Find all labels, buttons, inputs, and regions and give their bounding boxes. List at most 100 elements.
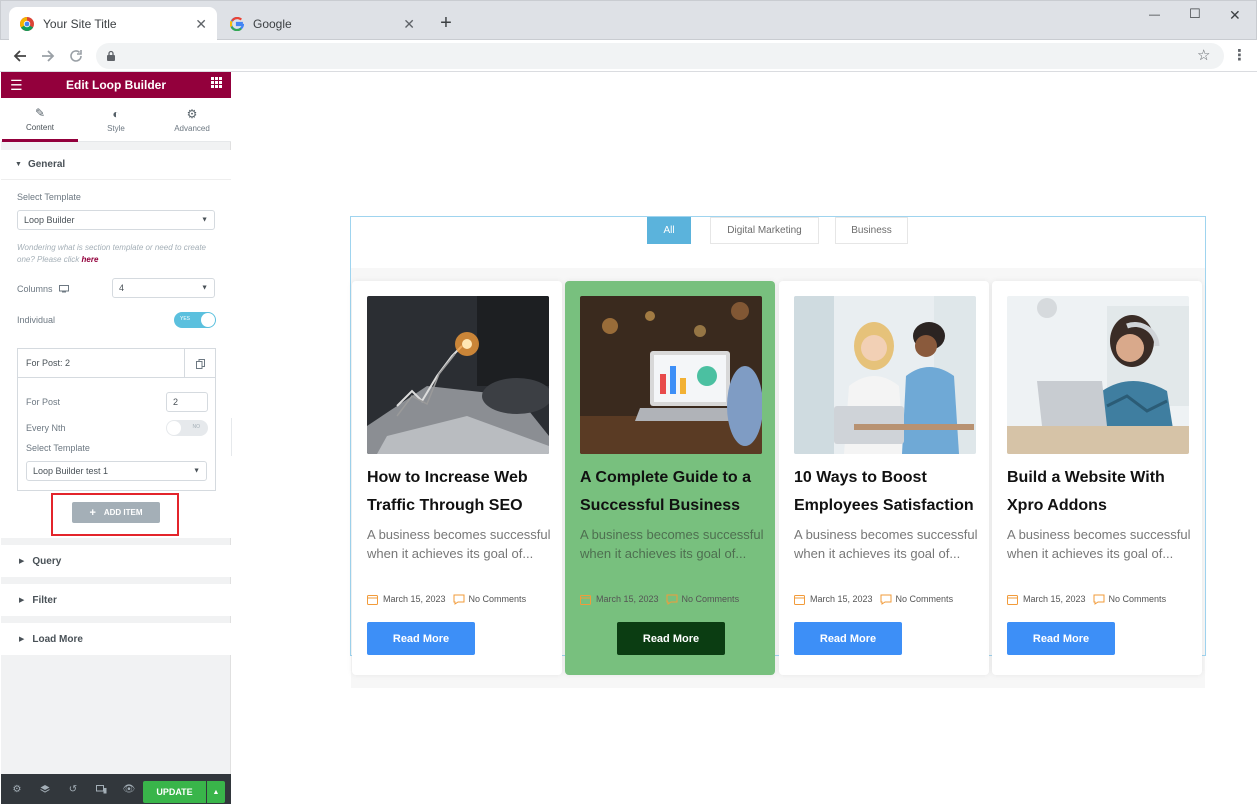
panel-footer: ⚙ ↺ 👁 UPDATE ▲ <box>1 774 231 804</box>
add-item-button[interactable]: + ADD ITEM <box>72 502 160 523</box>
post-title[interactable]: A Complete Guide to a Successful Busines… <box>580 464 765 520</box>
plus-icon: + <box>89 506 96 519</box>
every-nth-toggle[interactable]: NO <box>166 420 208 436</box>
section-query-header[interactable]: ▶ Query <box>1 545 231 577</box>
section-load-more-header[interactable]: ▶ Load More <box>1 623 231 655</box>
post-card: Build a Website With Xpro Addons A busin… <box>992 281 1202 675</box>
panel-tabs: ✎ Content ◐ Style ⚙ Advanced <box>1 98 231 142</box>
button-label: ADD ITEM <box>103 508 143 517</box>
post-meta: March 15, 2023 No Comments <box>367 592 526 606</box>
post-thumbnail[interactable] <box>580 296 762 454</box>
section-label: General <box>27 159 66 170</box>
post-excerpt: A business becomes successful when it ac… <box>367 527 551 561</box>
post-excerpt: A business becomes successful when it ac… <box>794 527 978 561</box>
comment-icon <box>1093 594 1105 605</box>
maximize-button[interactable]: ☐ <box>1189 6 1201 22</box>
close-tab-icon[interactable]: ✕ <box>195 16 207 33</box>
caret-down-icon: ▼ <box>201 216 208 224</box>
post-title[interactable]: How to Increase Web Traffic Through SEO <box>367 464 552 520</box>
reload-icon <box>70 50 82 62</box>
address-bar-row: ☆ ⋮ <box>0 40 1257 72</box>
google-icon <box>229 16 245 32</box>
post-card: How to Increase Web Traffic Through SEO … <box>352 281 562 675</box>
post-date: March 15, 2023 <box>810 594 873 604</box>
post-card: 10 Ways to Boost Employees Satisfaction … <box>779 281 989 675</box>
preview-eye-icon[interactable]: 👁 <box>122 782 136 796</box>
browser-menu-icon[interactable]: ⋮ <box>1232 46 1247 64</box>
caret-down-icon: ▼ <box>15 161 22 168</box>
post-excerpt: A business becomes successful when it ac… <box>1007 527 1191 561</box>
repeater-template-dropdown[interactable]: Loop Builder test 1 ▼ <box>26 461 207 481</box>
section-general-header[interactable]: ▼ General <box>1 150 231 180</box>
browser-tab-bar: Your Site Title ✕ Google ✕ + — ☐ ✕ <box>0 0 1257 41</box>
filter-digital-marketing-button[interactable]: Digital Marketing <box>710 217 819 244</box>
layers-icon[interactable] <box>38 782 52 796</box>
tab-content[interactable]: ✎ Content <box>2 98 78 142</box>
columns-label-text: Columns <box>17 284 53 294</box>
post-date: March 15, 2023 <box>1023 594 1086 604</box>
url-field[interactable] <box>96 43 1224 69</box>
post-excerpt: A business becomes successful when it ac… <box>580 527 764 561</box>
panel-title: Edit Loop Builder <box>66 78 166 92</box>
update-options-button[interactable]: ▲ <box>207 781 225 803</box>
history-icon[interactable]: ↺ <box>66 782 80 796</box>
new-tab-button[interactable]: + <box>434 11 458 35</box>
gear-icon: ⚙ <box>186 107 198 121</box>
post-comments[interactable]: No Comments <box>682 594 740 604</box>
back-arrow-icon <box>13 50 26 62</box>
tab-label: Content <box>25 122 55 132</box>
tab-label: Advanced <box>174 124 210 133</box>
select-template-dropdown[interactable]: Loop Builder ▼ <box>17 210 215 230</box>
minimize-button[interactable]: — <box>1149 9 1160 21</box>
read-more-button[interactable]: Read More <box>367 622 475 655</box>
section-label: Load More <box>32 633 83 645</box>
tab-title: Google <box>253 17 292 31</box>
post-thumbnail[interactable] <box>367 296 549 454</box>
editor-panel: ☰ Edit Loop Builder ✎ Content ◐ Style ⚙ … <box>1 72 231 804</box>
for-post-input[interactable]: 2 <box>166 392 208 412</box>
close-tab-icon[interactable]: ✕ <box>403 16 415 33</box>
post-thumbnail[interactable] <box>1007 296 1189 454</box>
read-more-button[interactable]: Read More <box>794 622 902 655</box>
caret-down-icon: ▼ <box>201 284 208 292</box>
widgets-grid-icon[interactable] <box>211 77 222 91</box>
chrome-icon <box>19 16 35 32</box>
dropdown-value: 4 <box>119 283 125 293</box>
tab-advanced[interactable]: ⚙ Advanced <box>154 98 230 142</box>
post-comments[interactable]: No Comments <box>469 594 527 604</box>
columns-dropdown[interactable]: 4 ▼ <box>112 278 215 298</box>
every-nth-label: Every Nth <box>26 423 66 433</box>
bookmark-star-icon[interactable]: ☆ <box>1197 46 1210 64</box>
post-meta: March 15, 2023 No Comments <box>1007 592 1166 606</box>
filter-business-button[interactable]: Business <box>835 217 908 244</box>
close-window-button[interactable]: ✕ <box>1229 7 1241 24</box>
hamburger-menu-icon[interactable]: ☰ <box>10 77 23 94</box>
duplicate-item-button[interactable] <box>184 349 215 378</box>
back-button[interactable] <box>8 44 32 68</box>
post-comments[interactable]: No Comments <box>1109 594 1167 604</box>
browser-tab-active[interactable]: Your Site Title ✕ <box>9 7 217 41</box>
help-link[interactable]: here <box>82 255 99 264</box>
read-more-button[interactable]: Read More <box>1007 622 1115 655</box>
toggle-text: YES <box>180 316 191 322</box>
browser-tab[interactable]: Google ✕ <box>219 7 425 41</box>
settings-gear-icon[interactable]: ⚙ <box>10 782 24 796</box>
filter-all-button[interactable]: All <box>647 217 691 244</box>
pencil-icon: ✎ <box>34 105 46 120</box>
post-title[interactable]: Build a Website With Xpro Addons <box>1007 464 1192 520</box>
post-comments[interactable]: No Comments <box>896 594 954 604</box>
toggle-knob <box>167 421 181 435</box>
post-thumbnail[interactable] <box>794 296 976 454</box>
post-title[interactable]: 10 Ways to Boost Employees Satisfaction <box>794 464 979 520</box>
toggle-text: NO <box>192 424 201 430</box>
update-button[interactable]: UPDATE <box>143 781 206 803</box>
responsive-mode-icon[interactable] <box>94 782 108 796</box>
section-filter-header[interactable]: ▶ Filter <box>1 584 231 616</box>
read-more-button[interactable]: Read More <box>617 622 725 655</box>
caret-right-icon: ▶ <box>19 558 25 565</box>
reload-button[interactable] <box>64 44 88 68</box>
forward-button[interactable] <box>36 44 60 68</box>
repeater-select-template-label: Select Template <box>26 443 90 453</box>
individual-toggle[interactable]: YES <box>174 312 216 328</box>
tab-style[interactable]: ◐ Style <box>78 98 154 142</box>
